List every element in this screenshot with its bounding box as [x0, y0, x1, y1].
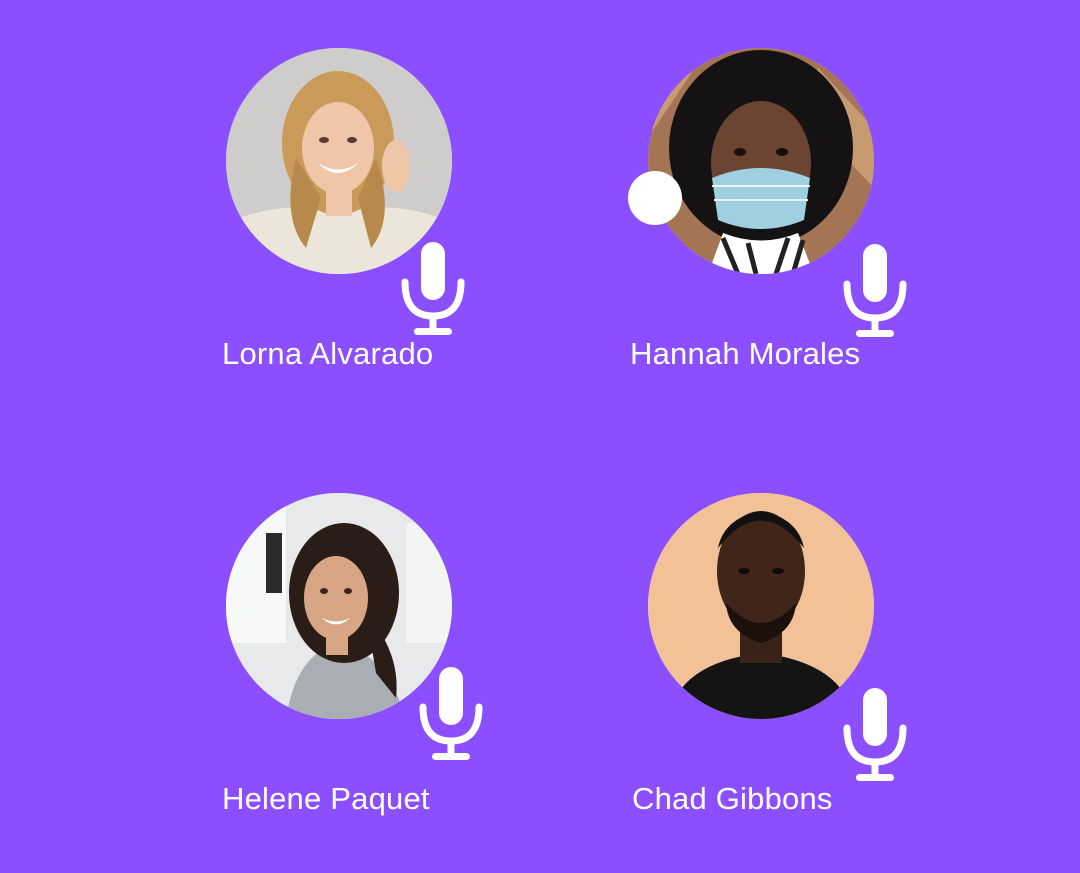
microphone-icon[interactable] [842, 688, 908, 784]
microphone-icon[interactable] [418, 667, 484, 763]
avatar [648, 493, 874, 719]
participant-tile-chad-gibbons[interactable]: Chad Gibbons [620, 485, 940, 845]
participant-tile-helene-paquet[interactable]: Helene Paquet [210, 485, 530, 845]
participant-name: Chad Gibbons [632, 781, 833, 816]
participant-tile-hannah-morales[interactable]: Hannah Morales [620, 40, 940, 400]
participant-grid: Lorna Alvarado Hannah Morales Helene Paq… [0, 0, 1080, 873]
participant-tile-lorna-alvarado[interactable]: Lorna Alvarado [210, 40, 530, 400]
participant-name: Lorna Alvarado [222, 336, 434, 371]
speaking-indicator [628, 171, 682, 225]
microphone-icon[interactable] [842, 244, 908, 340]
participant-name: Hannah Morales [630, 336, 861, 371]
participant-name: Helene Paquet [222, 781, 430, 816]
avatar [648, 48, 874, 274]
avatar [226, 48, 452, 274]
microphone-icon[interactable] [400, 242, 466, 338]
